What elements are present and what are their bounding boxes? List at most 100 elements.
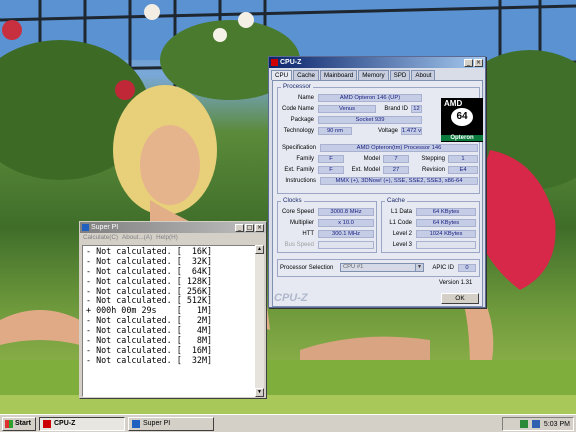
- ext-family-label: Ext. Family: [284, 167, 314, 173]
- start-label: Start: [15, 420, 31, 427]
- superpi-app-icon: [82, 224, 89, 231]
- processor-selection-label: Processor Selection: [280, 265, 334, 271]
- superpi-title: Super PI: [91, 224, 119, 231]
- system-tray: 5:03 PM: [502, 417, 574, 431]
- cpuz-titlebar[interactable]: CPU-Z _ ×: [269, 57, 485, 68]
- brand-id-label: Brand ID: [384, 106, 408, 112]
- cpuz-app-icon: [43, 419, 51, 428]
- voltage-label: Voltage: [377, 128, 398, 134]
- cpuz-brand-logo: CPU-Z: [274, 292, 308, 304]
- stepping-label: Stepping: [421, 156, 445, 162]
- level3-label: Level 3: [392, 242, 412, 248]
- scroll-down-icon[interactable]: ▼: [255, 388, 264, 397]
- brand-id-field: 12: [411, 105, 422, 113]
- specification-label: Specification: [281, 145, 316, 151]
- instructions-field: MMX (+), 3DNow! (+), SSE, SSE2, SSE3, x8…: [320, 177, 478, 185]
- tab-mainboard[interactable]: Mainboard: [319, 70, 358, 80]
- model-field: 7: [383, 155, 409, 163]
- windows-logo-icon: [5, 419, 13, 428]
- revision-field: E4: [448, 166, 478, 174]
- cpuz-tab-body: Processor Name AMD Opteron 146 (UP) Code…: [272, 80, 483, 307]
- vertical-scrollbar[interactable]: ▲ ▼: [255, 245, 264, 397]
- core-speed-label: Core Speed: [281, 209, 314, 215]
- maximize-button[interactable]: □: [245, 223, 254, 232]
- amd-opteron-logo: AMD 64 Opteron: [441, 98, 483, 142]
- voltage-field: 1.472 v: [401, 127, 422, 135]
- ok-button[interactable]: OK: [441, 293, 479, 304]
- technology-field: 90 nm: [318, 127, 352, 135]
- htt-field: 300.1 MHz: [318, 230, 374, 238]
- minimize-button[interactable]: _: [235, 223, 244, 232]
- family-label: Family: [296, 156, 314, 162]
- taskbar-item-cpuz[interactable]: CPU-Z: [39, 416, 125, 431]
- revision-label: Revision: [421, 167, 445, 173]
- package-label: Package: [290, 117, 314, 123]
- result-row: - Not calculated. [ 32M]: [86, 354, 213, 365]
- taskbar-item-superpi[interactable]: Super PI: [128, 416, 214, 431]
- tab-about[interactable]: About: [411, 70, 436, 80]
- ext-model-label: Ext. Model: [351, 167, 380, 173]
- taskbar: Start CPU-Z Super PI 5:03 PM: [0, 414, 576, 432]
- cache-group: Cache L1 Data 64 KBytes L1 Code 64 KByte…: [381, 197, 480, 253]
- cache-group-label: Cache: [385, 197, 407, 204]
- clocks-group: Clocks Core Speed 3000.8 MHz Multiplier …: [277, 197, 377, 253]
- level3-field: [416, 241, 476, 249]
- apic-id-label: APIC ID: [432, 265, 454, 271]
- network-icon[interactable]: [519, 420, 528, 428]
- l1-data-label: L1 Data: [390, 209, 412, 215]
- close-button[interactable]: ×: [474, 58, 483, 67]
- name-label: Name: [297, 95, 314, 101]
- cpuz-title: CPU-Z: [280, 59, 302, 66]
- taskbar-item-label: CPU-Z: [54, 420, 76, 427]
- menu-calculate[interactable]: Calculate(C): [83, 233, 118, 243]
- opteron-label: Opteron: [441, 135, 483, 141]
- apic-id-field: 0: [458, 264, 476, 272]
- tab-spd[interactable]: SPD: [389, 70, 411, 80]
- tab-cpu[interactable]: CPU: [271, 70, 293, 80]
- version-label: Version 1.31: [439, 280, 473, 286]
- menu-help[interactable]: Help(H): [156, 233, 178, 243]
- superpi-titlebar[interactable]: Super PI _ □ ×: [80, 222, 266, 233]
- scroll-up-icon[interactable]: ▲: [255, 245, 264, 254]
- instructions-label: Instructions: [285, 178, 316, 184]
- superpi-menubar: Calculate(C) About...(A) Help(H): [80, 233, 266, 243]
- menu-about[interactable]: About...(A): [122, 233, 152, 243]
- multiplier-field: x 10.0: [318, 219, 374, 227]
- core-speed-field: 3000.8 MHz: [318, 208, 374, 216]
- tab-memory[interactable]: Memory: [358, 70, 389, 80]
- speaker-icon[interactable]: [531, 420, 540, 428]
- bus-speed-field: [318, 241, 374, 249]
- name-field: AMD Opteron 146 (UP): [318, 94, 422, 102]
- l1-code-label: L1 Code: [389, 220, 412, 226]
- tab-cache[interactable]: Cache: [293, 70, 319, 80]
- stepping-field: 1: [448, 155, 478, 163]
- l1-code-field: 64 KBytes: [416, 219, 476, 227]
- clocks-group-label: Clocks: [281, 197, 304, 204]
- bus-speed-label: Bus Speed: [284, 242, 314, 248]
- cpuz-window[interactable]: CPU-Z _ × CPU Cache Mainboard Memory SPD…: [268, 56, 486, 308]
- superpi-app-icon: [132, 419, 140, 428]
- selection-group: Processor Selection CPU #1 ▼ APIC ID 0: [277, 259, 480, 277]
- minimize-button[interactable]: _: [464, 58, 473, 67]
- superpi-results: - Not calculated. [ 16K] - Not calculate…: [82, 245, 257, 397]
- model-label: Model: [363, 156, 380, 162]
- cpuz-app-icon: [271, 59, 278, 66]
- code-name-field: Venus: [318, 105, 376, 113]
- cpuz-tabs: CPU Cache Mainboard Memory SPD About: [269, 68, 485, 80]
- htt-label: HTT: [302, 231, 314, 237]
- taskbar-item-label: Super PI: [143, 420, 171, 427]
- close-button[interactable]: ×: [255, 223, 264, 232]
- chevron-down-icon[interactable]: ▼: [415, 264, 423, 271]
- superpi-window[interactable]: Super PI _ □ × Calculate(C) About...(A) …: [79, 221, 267, 399]
- technology-label: Technology: [283, 128, 314, 134]
- l1-data-field: 64 KBytes: [416, 208, 476, 216]
- amd-logo-text: AMD: [444, 99, 463, 108]
- specification-field: AMD Opteron(tm) Processor 146: [320, 144, 478, 152]
- clock[interactable]: 5:03 PM: [544, 421, 570, 428]
- start-button[interactable]: Start: [2, 416, 36, 431]
- level2-label: Level 2: [392, 231, 412, 237]
- processor-group: Processor Name AMD Opteron 146 (UP) Code…: [277, 83, 483, 194]
- ext-family-field: F: [318, 166, 344, 174]
- package-field: Socket 939: [318, 116, 422, 124]
- processor-selection-dropdown[interactable]: CPU #1 ▼: [340, 263, 424, 272]
